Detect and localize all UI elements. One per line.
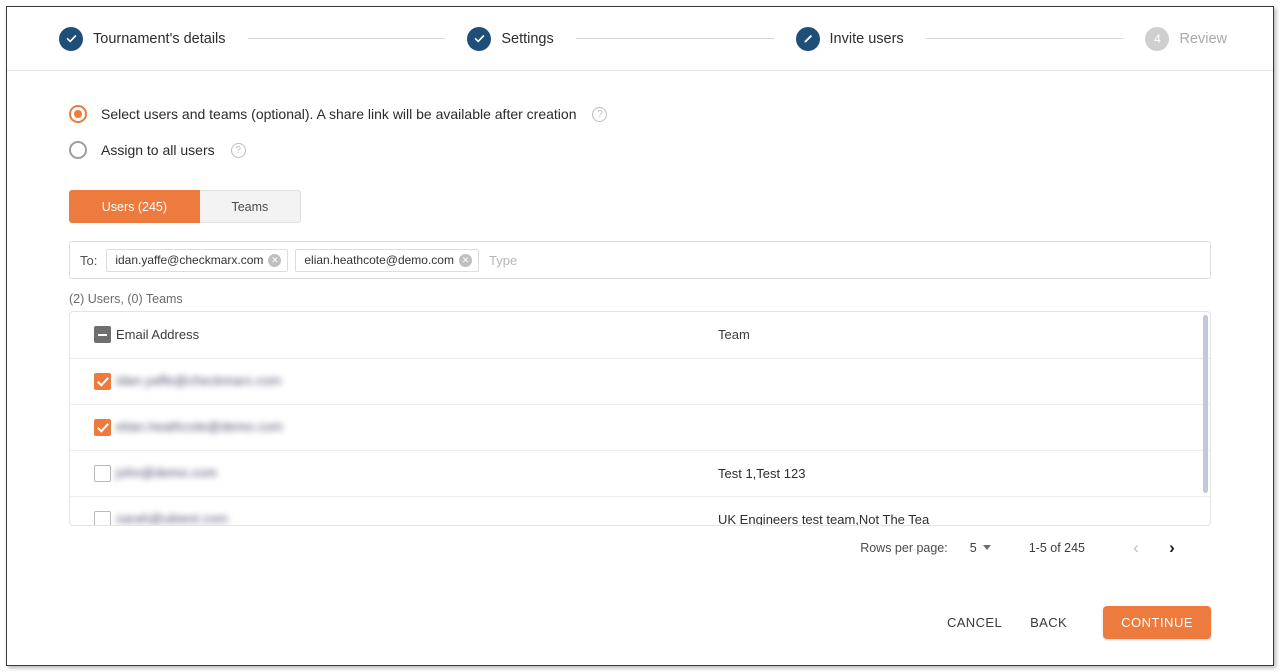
row-email: idan.yaffe@checkmarx.com xyxy=(116,373,282,388)
recipients-type-placeholder[interactable]: Type xyxy=(489,253,517,268)
users-table-body: idan.yaffe@checkmarx.com elian.heathcote… xyxy=(70,358,1210,526)
table-row[interactable]: idan.yaffe@checkmarx.com xyxy=(70,358,1210,404)
row-select-cell xyxy=(70,404,116,450)
row-team: Test 1,Test 123 xyxy=(718,465,806,481)
step-label-review: Review xyxy=(1179,30,1227,47)
recipients-input[interactable]: To: idan.yaffe@checkmarx.com ✕ elian.hea… xyxy=(69,241,1211,279)
table-pagination: Rows per page: 5 1-5 of 245 ‹ › xyxy=(69,539,1211,556)
column-header-team[interactable]: Team xyxy=(716,312,1210,359)
row-email-cell: sarah@uktest.com xyxy=(116,496,716,526)
table-row[interactable]: sarah@uktest.com UK Engineers test team,… xyxy=(70,496,1210,526)
help-icon[interactable]: ? xyxy=(230,142,246,158)
step-connector-3 xyxy=(925,38,1124,39)
wizard-window: Tournament's details Settings Invite use… xyxy=(6,6,1274,666)
wizard-stepper: Tournament's details Settings Invite use… xyxy=(7,7,1273,71)
radio-assign-all[interactable] xyxy=(69,141,87,159)
step-tournaments-details[interactable]: Tournament's details xyxy=(59,26,226,51)
rows-per-page-value: 5 xyxy=(969,540,977,555)
table-row[interactable]: john@demo.com Test 1,Test 123 xyxy=(70,450,1210,496)
row-email: john@demo.com xyxy=(116,465,218,480)
row-team: UK Engineers test team,Not The Tea xyxy=(718,511,930,526)
wizard-footer: CANCEL BACK CONTINUE xyxy=(933,606,1211,639)
row-checkbox[interactable] xyxy=(94,418,111,436)
cancel-button[interactable]: CANCEL xyxy=(933,607,1016,638)
row-email-cell: john@demo.com xyxy=(116,450,716,496)
step-settings[interactable]: Settings xyxy=(467,26,554,51)
column-header-email[interactable]: Email Address xyxy=(116,312,716,359)
step-review[interactable]: 4 Review xyxy=(1145,26,1227,51)
row-select-cell xyxy=(70,496,116,525)
step-label-invite-users: Invite users xyxy=(829,30,904,47)
pagination-range: 1-5 of 245 xyxy=(1028,540,1085,555)
radio-label-assign-all: Assign to all users xyxy=(101,142,215,158)
recipient-chip[interactable]: idan.yaffe@checkmarx.com ✕ xyxy=(106,248,289,272)
row-checkbox[interactable] xyxy=(94,464,111,482)
users-table-container: Email Address Team idan.yaffe@checkmarx.… xyxy=(69,311,1211,526)
recipient-chip[interactable]: elian.heathcote@demo.com ✕ xyxy=(295,248,479,272)
back-button[interactable]: BACK xyxy=(1016,607,1081,638)
step-label-tournaments-details: Tournament's details xyxy=(93,30,226,47)
row-checkbox[interactable] xyxy=(94,510,111,525)
rows-per-page-label: Rows per page: xyxy=(860,540,948,555)
row-checkbox[interactable] xyxy=(94,372,111,390)
to-label: To: xyxy=(80,252,98,268)
close-icon[interactable]: ✕ xyxy=(458,253,472,267)
chevron-down-icon xyxy=(982,545,991,550)
check-icon xyxy=(467,26,492,51)
help-icon[interactable]: ? xyxy=(592,106,608,122)
users-table-head: Email Address Team xyxy=(70,312,1210,359)
continue-button[interactable]: CONTINUE xyxy=(1103,606,1211,639)
check-icon xyxy=(59,26,83,51)
tab-teams[interactable]: Teams xyxy=(199,190,301,223)
column-header-email-label: Email Address xyxy=(116,326,200,342)
radio-option-assign-all[interactable]: Assign to all users ? xyxy=(69,133,1211,167)
selection-summary: (2) Users, (0) Teams xyxy=(69,292,183,306)
step-number: 4 xyxy=(1154,31,1161,46)
entity-tabs: Users (245) Teams xyxy=(69,190,301,223)
table-row[interactable]: elian.heathcote@demo.com xyxy=(70,404,1210,450)
step-connector-2 xyxy=(575,38,774,39)
rows-per-page-select[interactable]: 5 xyxy=(970,541,991,555)
row-team xyxy=(716,358,1210,404)
row-email-cell: elian.heathcote@demo.com xyxy=(116,404,716,450)
users-table: Email Address Team idan.yaffe@checkmarx.… xyxy=(70,312,1210,526)
table-scrollbar[interactable] xyxy=(1203,315,1208,493)
select-all-cell xyxy=(70,312,116,359)
row-select-cell xyxy=(70,450,116,496)
recipient-chip-email: idan.yaffe@checkmarx.com xyxy=(115,253,264,267)
tab-users[interactable]: Users (245) xyxy=(69,190,200,223)
radio-label-select-users: Select users and teams (optional). A sha… xyxy=(101,106,577,122)
chevron-right-icon[interactable]: › xyxy=(1157,539,1187,556)
select-all-checkbox[interactable] xyxy=(94,326,111,344)
wizard-content: Select users and teams (optional). A sha… xyxy=(7,71,1273,665)
row-email: sarah@uktest.com xyxy=(116,511,228,526)
step-label-settings: Settings xyxy=(501,30,554,47)
row-email-cell: idan.yaffe@checkmarx.com xyxy=(116,358,716,404)
pencil-icon xyxy=(795,26,820,51)
chevron-left-icon[interactable]: ‹ xyxy=(1121,539,1151,556)
radio-option-select-users[interactable]: Select users and teams (optional). A sha… xyxy=(69,97,1211,131)
radio-select-users[interactable] xyxy=(69,105,87,123)
table-header-row: Email Address Team xyxy=(70,312,1210,359)
row-select-cell xyxy=(70,358,116,404)
step-number-badge: 4 xyxy=(1145,26,1170,51)
row-email: elian.heathcote@demo.com xyxy=(116,419,283,434)
step-connector-1 xyxy=(247,38,446,39)
recipient-chip-email: elian.heathcote@demo.com xyxy=(304,253,454,267)
row-team xyxy=(716,404,1210,450)
step-invite-users[interactable]: Invite users xyxy=(795,26,904,51)
close-icon[interactable]: ✕ xyxy=(268,253,282,267)
column-header-team-label: Team xyxy=(718,326,750,342)
